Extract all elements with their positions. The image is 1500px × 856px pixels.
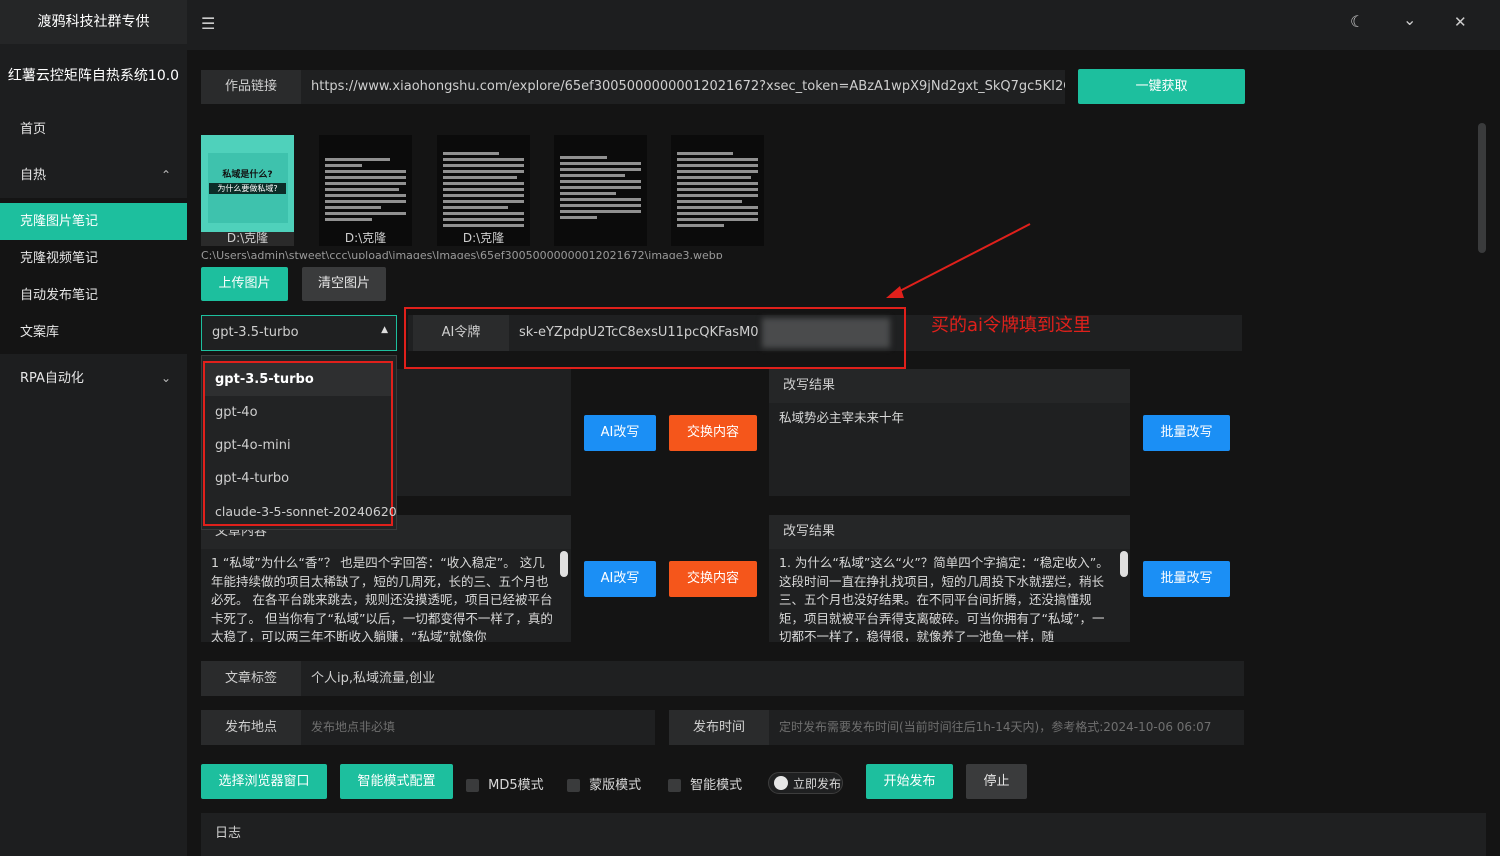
sidebar-item-autoheat[interactable]: 自热 ⌃: [0, 157, 187, 194]
location-input[interactable]: 发布地点非必填: [301, 710, 655, 745]
model-option[interactable]: gpt-4-turbo: [205, 462, 391, 495]
model-option[interactable]: gpt-4o: [205, 396, 391, 429]
sidebar: 渡鸦科技社群专供 红薯云控矩阵自热系统10.0 首页 自热 ⌃ 克隆图片笔记 克隆…: [0, 0, 187, 856]
link-input[interactable]: https://www.xiaohongshu.com/explore/65ef…: [301, 70, 1065, 104]
tags-input[interactable]: 个人ip,私域流量,创业: [301, 661, 1244, 696]
content-panel-2: 文章内容 1 “私域”为什么“香”？ 也是四个字回答：“收入稳定”。 这几年能持…: [201, 515, 571, 642]
swap-content-button[interactable]: 交换内容: [669, 561, 757, 597]
checkbox-label: MD5模式: [488, 778, 544, 793]
annotation-text: 买的ai令牌填到这里: [931, 315, 1092, 336]
publish-time-label: 发布时间: [669, 710, 769, 745]
log-label: 日志: [215, 826, 242, 841]
result-heading: 改写结果: [769, 515, 1130, 549]
dropdown-highlight: gpt-3.5-turbo gpt-4o gpt-4o-mini gpt-4-t…: [203, 361, 397, 528]
checkbox-label: 蒙版模式: [589, 778, 642, 793]
sidebar-item-label: 自动发布笔记: [20, 288, 99, 303]
sidebar-item-home[interactable]: 首页: [0, 111, 187, 148]
model-select[interactable]: gpt-3.5-turbo ▲: [201, 315, 397, 351]
result-textarea[interactable]: 1. 为什么“私域”这么“火”？简单四个字搞定：“稳定收入”。这段时间一直在挣扎…: [769, 549, 1130, 642]
location-label: 发布地点: [201, 710, 301, 745]
model-option[interactable]: gpt-4o-mini: [205, 429, 391, 462]
sidebar-item-label: 克隆图片笔记: [20, 214, 99, 229]
top-bar: ☰ ☾ ⌄ ✕: [187, 0, 1500, 50]
sidebar-item-label: 自热: [20, 168, 47, 183]
smart-config-button[interactable]: 智能模式配置: [340, 764, 453, 799]
brand-label: 渡鸦科技社群专供: [0, 0, 187, 44]
stop-button[interactable]: 停止: [966, 764, 1027, 799]
thumbnail-doc[interactable]: [554, 135, 647, 246]
model-option[interactable]: claude-3-5-sonnet-20240620: [205, 495, 397, 528]
thumbnail-doc[interactable]: D:\克隆: [437, 135, 530, 246]
image-path-text: C:\Users\admin\stweet\ccc\upload\images\…: [201, 249, 723, 259]
sidebar-item-clone-video-note[interactable]: 克隆视频笔记: [0, 240, 187, 277]
caret-up-icon: ▲: [381, 325, 388, 335]
ai-rewrite-button[interactable]: AI改写: [584, 415, 656, 451]
thumbnail-doc[interactable]: [671, 135, 764, 246]
publish-now-toggle[interactable]: 立即发布: [768, 772, 843, 794]
clear-images-button[interactable]: 清空图片: [302, 267, 386, 301]
result-panel-2: 改写结果 1. 为什么“私域”这么“火”？简单四个字搞定：“稳定收入”。这段时间…: [769, 515, 1130, 642]
publish-time-input[interactable]: 定时发布需要发布时间(当前时间往后1h-14天内)，参考格式:2024-10-0…: [769, 710, 1244, 745]
mask-checkbox[interactable]: 蒙版模式: [567, 774, 641, 793]
sidebar-item-auto-publish[interactable]: 自动发布笔记: [0, 277, 187, 314]
content-textarea[interactable]: 1 “私域”为什么“香”？ 也是四个字回答：“收入稳定”。 这几年能持续做的项目…: [201, 549, 571, 642]
select-browser-button[interactable]: 选择浏览器窗口: [201, 764, 327, 799]
scrollbar[interactable]: [560, 551, 568, 577]
result-panel-1: 改写结果 私域势必主宰未来十年: [769, 369, 1130, 496]
batch-rewrite-button[interactable]: 批量改写: [1143, 415, 1230, 451]
thumbnail-caption: D:\克隆: [462, 231, 505, 245]
checkbox-icon: [567, 779, 580, 792]
checkbox-icon: [668, 779, 681, 792]
batch-rewrite-button[interactable]: 批量改写: [1143, 561, 1230, 597]
cover-title: 私域是什么?: [222, 170, 273, 180]
moon-icon[interactable]: ☾: [1350, 12, 1364, 31]
fetch-button[interactable]: 一键获取: [1078, 69, 1245, 104]
model-select-value: gpt-3.5-turbo: [212, 325, 299, 340]
chevron-down-icon: ⌄: [160, 371, 171, 385]
thumbnail-caption: D:\克隆: [344, 231, 387, 245]
sidebar-item-clone-image-note[interactable]: 克隆图片笔记: [0, 203, 187, 240]
start-publish-button[interactable]: 开始发布: [866, 764, 953, 799]
thumbnail-caption: D:\克隆: [226, 231, 269, 245]
upload-image-button[interactable]: 上传图片: [201, 267, 288, 301]
thumbnail-cover[interactable]: 私域是什么? 为什么要做私域? D:\克隆: [201, 135, 294, 246]
close-icon[interactable]: ✕: [1454, 13, 1467, 31]
cover-subtitle: 为什么要做私域?: [209, 183, 286, 194]
result-heading: 改写结果: [769, 369, 1130, 403]
sidebar-item-label: RPA自动化: [20, 371, 84, 386]
sidebar-item-copy-library[interactable]: 文案库: [0, 314, 187, 351]
annotation-box: [404, 307, 906, 369]
ai-rewrite-button[interactable]: AI改写: [584, 561, 656, 597]
result-textarea[interactable]: 私域势必主宰未来十年: [769, 403, 1130, 428]
scrollbar[interactable]: [1478, 123, 1486, 253]
link-label: 作品链接: [201, 70, 301, 104]
smart-mode-checkbox[interactable]: 智能模式: [668, 774, 742, 793]
chevron-down-icon[interactable]: ⌄: [1403, 10, 1416, 29]
tags-label: 文章标签: [201, 661, 301, 696]
menu-icon[interactable]: ☰: [201, 14, 215, 33]
annotation-arrow: [886, 223, 1031, 298]
sidebar-item-label: 克隆视频笔记: [20, 251, 99, 266]
toggle-knob: [774, 776, 788, 790]
log-panel: 日志: [201, 813, 1486, 856]
checkbox-icon: [466, 779, 479, 792]
sidebar-item-rpa[interactable]: RPA自动化 ⌄: [0, 360, 187, 397]
sidebar-item-label: 首页: [20, 122, 47, 137]
swap-content-button[interactable]: 交换内容: [669, 415, 757, 451]
chevron-up-icon: ⌃: [160, 168, 171, 182]
model-option[interactable]: gpt-3.5-turbo: [205, 363, 391, 396]
thumbnail-doc[interactable]: D:\克隆: [319, 135, 412, 246]
scrollbar[interactable]: [1120, 551, 1128, 577]
checkbox-label: 智能模式: [690, 778, 743, 793]
md5-checkbox[interactable]: MD5模式: [466, 774, 544, 793]
sidebar-item-label: 文案库: [20, 325, 60, 340]
system-name: 红薯云控矩阵自热系统10.0: [7, 68, 180, 84]
toggle-label: 立即发布: [793, 777, 842, 791]
